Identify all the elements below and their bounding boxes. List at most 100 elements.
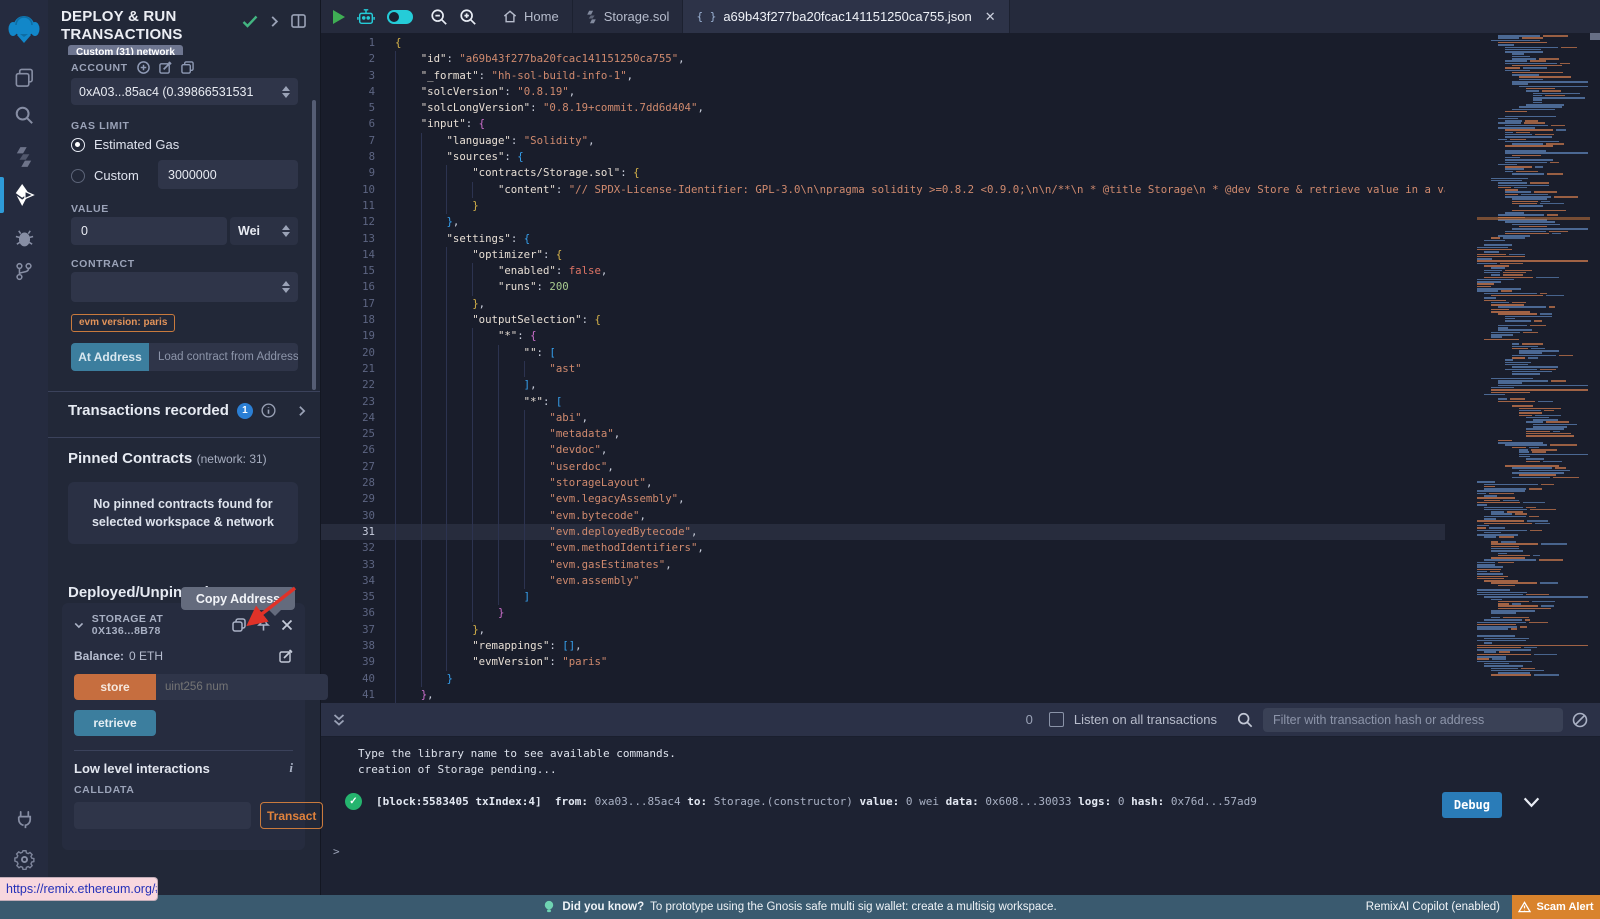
- calldata-input[interactable]: [74, 802, 251, 829]
- close-tab-icon[interactable]: ✕: [985, 9, 996, 25]
- tab-home[interactable]: Home: [490, 0, 573, 33]
- minimap-line: [1491, 389, 1588, 391]
- ai-robot-icon[interactable]: [356, 8, 376, 26]
- line-number: 16: [320, 279, 375, 295]
- code-token: "settings": [446, 232, 510, 245]
- code-token: :: [479, 69, 492, 82]
- custom-gas-radio[interactable]: [71, 169, 85, 183]
- transaction-log-row[interactable]: ✓ [block:5583405 txIndex:4] from: 0xa03.…: [345, 793, 1450, 810]
- copy-account-icon[interactable]: [181, 61, 194, 74]
- minimap-line: [1498, 553, 1507, 555]
- indent-guide: [498, 345, 524, 361]
- transact-button[interactable]: Transact: [260, 802, 323, 829]
- sidebar-item-plugin-manager[interactable]: [0, 800, 48, 838]
- minimap-line: [1498, 555, 1530, 557]
- minimap-line: [1498, 382, 1522, 384]
- sidebar-item-git[interactable]: [0, 252, 48, 290]
- sidebar-item-deploy-and-run[interactable]: [0, 176, 48, 214]
- chevron-down-icon[interactable]: [74, 622, 84, 629]
- remix-logo[interactable]: [0, 8, 48, 52]
- value-unit-select[interactable]: Wei: [230, 217, 298, 245]
- info-icon[interactable]: [261, 403, 276, 418]
- debug-button[interactable]: Debug: [1442, 792, 1502, 818]
- minimap-line: [1484, 596, 1588, 598]
- minimap-line: [1491, 311, 1530, 313]
- pin-view-icon[interactable]: [291, 14, 306, 28]
- copilot-status[interactable]: RemixAI Copilot (enabled): [1366, 901, 1500, 913]
- sidebar-item-solidity-compiler[interactable]: [0, 138, 48, 176]
- collapse-panel-icon[interactable]: [270, 15, 279, 28]
- estimated-gas-radio[interactable]: [71, 138, 85, 152]
- zoom-out-icon[interactable]: [430, 8, 448, 26]
- sidebar-item-search[interactable]: [0, 96, 48, 134]
- code-token: :: [549, 655, 562, 668]
- indent-guide: [472, 377, 498, 393]
- indent-guide: [498, 377, 524, 393]
- zoom-in-icon[interactable]: [459, 8, 477, 26]
- account-select[interactable]: 0xA03...85ac4 (0.39866531531: [71, 78, 298, 105]
- copilot-toggle[interactable]: [387, 10, 413, 24]
- store-button[interactable]: store: [74, 674, 156, 700]
- code-token: "storageLayout": [549, 476, 646, 489]
- minimap-line: [1484, 300, 1506, 302]
- minimap-line: [1477, 493, 1486, 495]
- terminal-search-icon[interactable]: [1237, 712, 1253, 728]
- minimap-line: [1491, 599, 1502, 601]
- expand-transactions-icon[interactable]: [298, 405, 306, 417]
- value-input[interactable]: [71, 217, 227, 245]
- minimap[interactable]: [1477, 33, 1590, 703]
- edit-balance-icon[interactable]: [279, 649, 293, 663]
- minimap-line: [1477, 504, 1487, 506]
- indent-guide: [395, 508, 421, 524]
- minimap-active-line: [1477, 217, 1590, 220]
- sidebar-item-settings[interactable]: [0, 840, 48, 878]
- minimap-line: [1505, 134, 1532, 136]
- run-script-icon[interactable]: [333, 10, 345, 24]
- low-level-info-icon[interactable]: i: [289, 760, 293, 776]
- minimap-line: [1519, 106, 1562, 108]
- indent-guide: [395, 687, 421, 703]
- contract-select[interactable]: [71, 272, 298, 302]
- custom-gas-input[interactable]: [158, 160, 298, 189]
- add-account-icon[interactable]: [137, 61, 150, 74]
- minimap-line: [1512, 603, 1521, 605]
- minimap-line: [1553, 477, 1579, 479]
- panel-scrollbar[interactable]: [312, 100, 316, 390]
- tab-storage-sol[interactable]: Storage.sol: [573, 0, 684, 33]
- code-editor[interactable]: 1{2"id": "a69b43f277ba20fcac141151250ca7…: [320, 33, 1600, 703]
- pinned-check-icon[interactable]: [242, 15, 258, 28]
- clear-filter-icon[interactable]: [1572, 712, 1588, 728]
- line-number: 15: [320, 263, 375, 279]
- edit-account-icon[interactable]: [159, 61, 172, 74]
- terminal-filter-input[interactable]: [1263, 708, 1563, 732]
- tab-json-buildinfo[interactable]: { } a69b43f277ba20fcac141151250ca755.jso…: [683, 0, 1009, 33]
- editor-scrollbar-thumb[interactable]: [1590, 33, 1600, 40]
- collapse-terminal-icon[interactable]: [332, 713, 346, 727]
- indent-guide: [421, 442, 447, 458]
- minimap-line: [1522, 343, 1542, 345]
- at-address-button[interactable]: At Address: [71, 343, 149, 371]
- minimap-line: [1512, 58, 1536, 60]
- minimap-line: [1491, 180, 1522, 182]
- retrieve-button[interactable]: retrieve: [74, 710, 156, 736]
- expand-tx-icon[interactable]: [1523, 797, 1540, 808]
- minimap-line: [1547, 173, 1564, 175]
- line-number: 41: [320, 687, 375, 703]
- minimap-line: [1498, 385, 1588, 387]
- terminal[interactable]: Type the library name to see available c…: [320, 737, 1600, 895]
- minimap-line: [1484, 486, 1495, 488]
- code-line: 4"solcVersion": "0.8.19",: [320, 84, 1445, 100]
- minimap-line: [1531, 348, 1545, 350]
- code-line: 27"userdoc",: [320, 459, 1445, 475]
- minimap-line: [1491, 336, 1502, 338]
- minimap-line: [1519, 470, 1570, 472]
- minimap-line: [1503, 500, 1518, 502]
- listen-checkbox[interactable]: [1049, 712, 1064, 727]
- sidebar-item-debugger[interactable]: [0, 218, 48, 256]
- scam-alert-badge[interactable]: Scam Alert: [1512, 895, 1600, 919]
- indent-guide: [446, 557, 472, 573]
- load-address-input[interactable]: Load contract from Address: [149, 343, 298, 371]
- minimap-line: [1541, 201, 1550, 203]
- sidebar-item-file-explorer[interactable]: [0, 58, 48, 96]
- store-arg-input[interactable]: [156, 674, 328, 700]
